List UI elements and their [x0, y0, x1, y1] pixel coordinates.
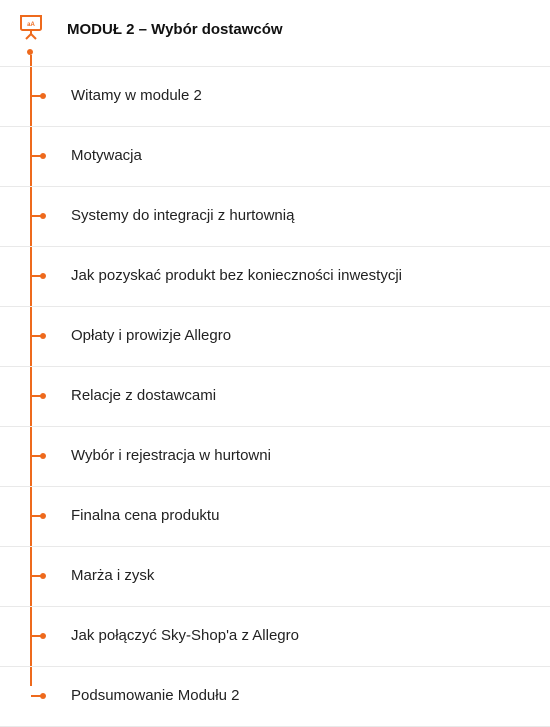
lesson-label: Witamy w module 2: [71, 87, 202, 104]
lesson-item[interactable]: Motywacja: [0, 126, 550, 186]
lesson-item[interactable]: Systemy do integracji z hurtownią: [0, 186, 550, 246]
timeline-dot: [40, 93, 46, 99]
lesson-item[interactable]: Podsumowanie Modułu 2: [0, 666, 550, 727]
lesson-label: Finalna cena produktu: [71, 507, 220, 524]
lesson-item[interactable]: Opłaty i prowizje Allegro: [0, 306, 550, 366]
lesson-item[interactable]: Wybór i rejestracja w hurtowni: [0, 426, 550, 486]
lesson-item[interactable]: Jak połączyć Sky-Shop'a z Allegro: [0, 606, 550, 666]
lesson-label: Relacje z dostawcami: [71, 387, 217, 404]
module-section: aA MODUŁ 2 – Wybór dostawców Witamy w mo…: [0, 0, 550, 727]
lesson-item[interactable]: Marża i zysk: [0, 546, 550, 606]
timeline-dot: [40, 273, 46, 279]
lesson-label: Jak połączyć Sky-Shop'a z Allegro: [71, 627, 299, 644]
lesson-item[interactable]: Jak pozyskać produkt bez konieczności in…: [0, 246, 550, 306]
lesson-label: Marża i zysk: [71, 567, 155, 584]
lesson-item[interactable]: Finalna cena produktu: [0, 486, 550, 546]
lesson-list: Witamy w module 2 Motywacja Systemy do i…: [0, 66, 550, 727]
timeline-dot: [40, 573, 46, 579]
timeline-dot: [40, 153, 46, 159]
svg-text:aA: aA: [27, 22, 35, 28]
lesson-label: Podsumowanie Modułu 2: [71, 687, 240, 704]
module-title: MODUŁ 2 – Wybór dostawców: [67, 21, 283, 38]
lesson-label: Wybór i rejestracja w hurtowni: [71, 447, 271, 464]
presentation-board-icon: aA: [20, 14, 42, 40]
lesson-label: Motywacja: [71, 147, 142, 164]
timeline-dot: [40, 393, 46, 399]
timeline-dot: [40, 693, 46, 699]
timeline-dot: [40, 453, 46, 459]
timeline-dot: [40, 633, 46, 639]
lesson-label: Jak pozyskać produkt bez konieczności in…: [71, 267, 402, 284]
lesson-label: Opłaty i prowizje Allegro: [71, 327, 232, 344]
timeline-dot: [40, 333, 46, 339]
module-header[interactable]: aA MODUŁ 2 – Wybór dostawców: [0, 0, 550, 62]
timeline-dot: [40, 513, 46, 519]
lesson-item[interactable]: Relacje z dostawcami: [0, 366, 550, 426]
lesson-label: Systemy do integracji z hurtownią: [71, 207, 295, 224]
timeline-dot: [40, 213, 46, 219]
lesson-item[interactable]: Witamy w module 2: [0, 66, 550, 126]
